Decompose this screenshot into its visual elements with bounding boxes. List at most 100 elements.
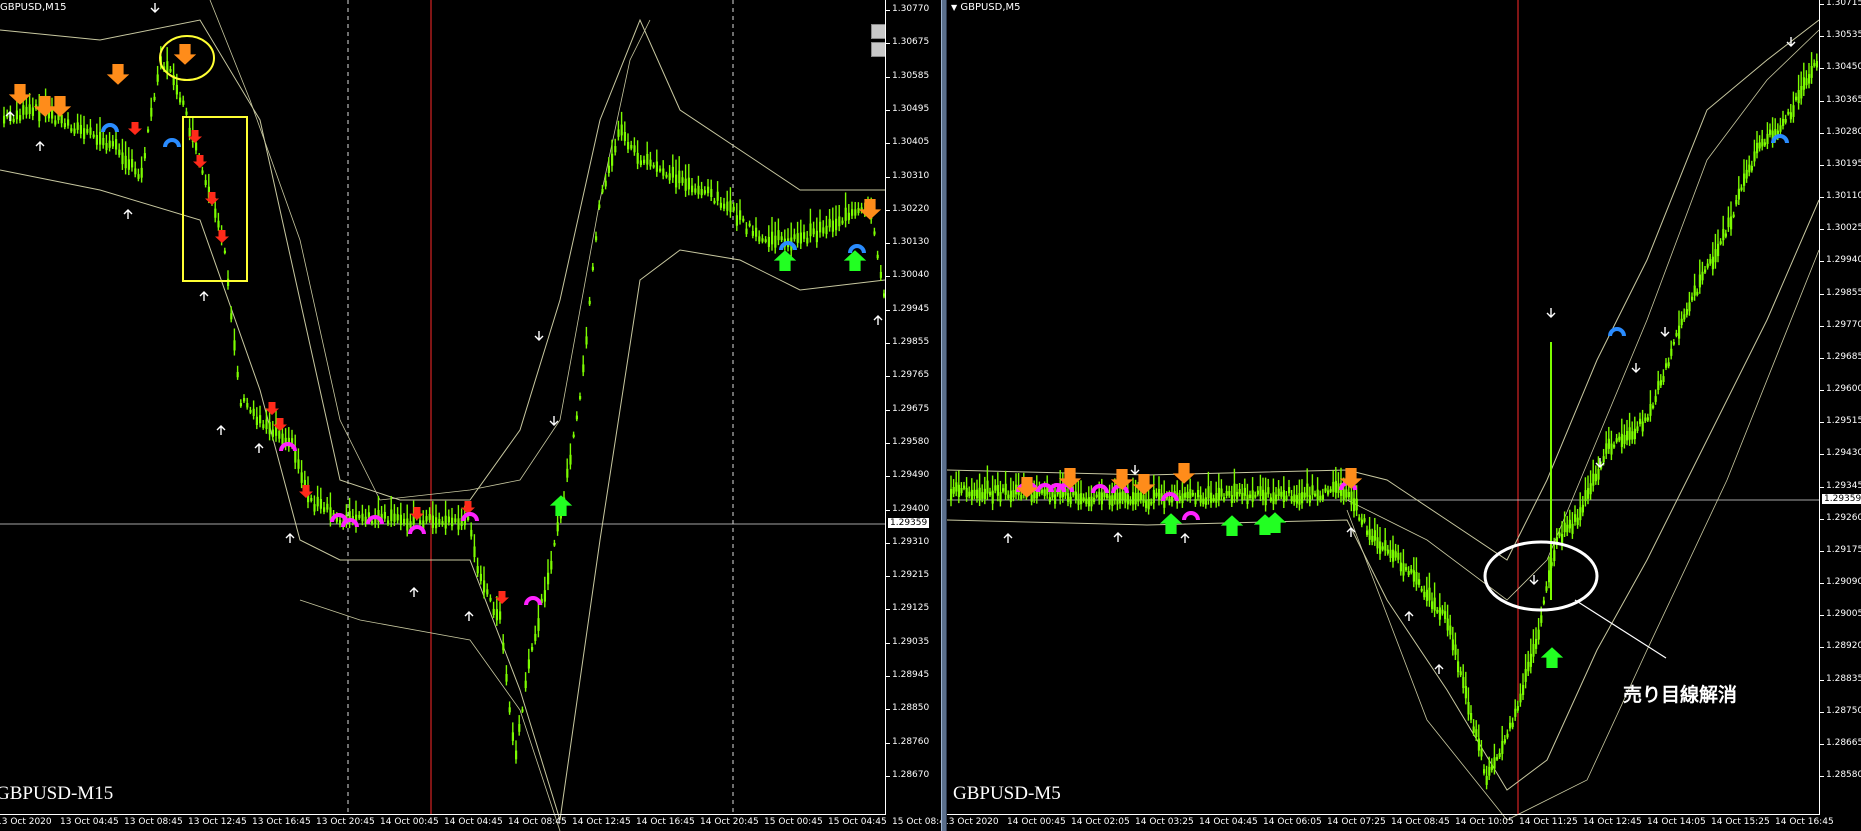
candle-body xyxy=(1641,421,1644,432)
candle-body xyxy=(1186,491,1189,499)
price-tick-label: 1.30450 xyxy=(1819,62,1861,72)
candle-body xyxy=(1098,491,1101,501)
candle-body xyxy=(435,517,438,529)
candle-body xyxy=(1808,74,1811,84)
candle-body xyxy=(1210,492,1213,503)
time-tick-label: 13 Oct 08:45 xyxy=(124,817,183,827)
candle-body xyxy=(1428,587,1431,601)
candle-body xyxy=(1477,738,1480,751)
candle-body xyxy=(1618,436,1621,441)
candle-body xyxy=(1696,291,1699,295)
candle-body xyxy=(31,107,34,116)
candle-body xyxy=(633,145,636,153)
candle-body xyxy=(60,114,63,124)
thin-up-arrow-icon xyxy=(216,425,226,435)
candle-body xyxy=(828,218,831,228)
candle-body xyxy=(838,216,841,227)
sell-arrow-small-icon xyxy=(205,192,219,205)
candle-body xyxy=(700,189,703,196)
candle-body xyxy=(1236,491,1239,499)
candle-body xyxy=(1332,481,1335,492)
candle-body xyxy=(143,153,146,159)
candle-body xyxy=(217,220,220,228)
price-tick-label: 1.29600 xyxy=(1819,384,1861,394)
price-tick-label: 1.29260 xyxy=(1819,513,1861,523)
candle-body xyxy=(1633,428,1636,440)
chart-window-gbpusd-m15[interactable]: GBPUSD,M15 1.30770 1.30675 1.30585 1.30495 1… xyxy=(0,0,941,831)
collapse-triangle-icon[interactable]: ▼ xyxy=(951,3,957,12)
candle-body xyxy=(236,371,239,378)
candle-body xyxy=(1763,142,1766,146)
candle-body xyxy=(1805,78,1808,86)
candle-body xyxy=(1717,243,1720,257)
candle-body xyxy=(1503,739,1506,743)
candle-body xyxy=(1483,769,1486,774)
candle-body xyxy=(1529,653,1532,667)
candle-body xyxy=(313,504,316,512)
price-axis[interactable]: 1.30770 1.30675 1.30585 1.30495 1.30405 1.303… xyxy=(885,0,941,815)
candle-body xyxy=(393,513,396,522)
candle-body xyxy=(1680,318,1683,326)
price-tick-label: 1.30495 xyxy=(885,103,930,114)
bollinger-band-outer xyxy=(299,599,561,831)
price-axis[interactable]: 1.30715 1.30535 1.30450 1.30365 1.30280 1.301… xyxy=(1819,0,1861,815)
candle-body xyxy=(1493,757,1496,769)
candle-body xyxy=(553,542,556,546)
candle-body xyxy=(1288,487,1291,494)
candle-body xyxy=(851,209,854,216)
candle-body xyxy=(246,403,249,408)
buy-arrow-icon xyxy=(1220,515,1244,536)
candle-body xyxy=(252,408,255,416)
candle-body xyxy=(726,201,729,211)
candle-body xyxy=(1548,570,1551,583)
candle-body xyxy=(1223,497,1226,501)
sell-arrow-small-icon xyxy=(461,501,475,514)
candle-body xyxy=(223,250,226,254)
candle-body xyxy=(1815,61,1818,68)
candle-body xyxy=(771,231,774,245)
thin-up-arrow-icon xyxy=(464,611,474,621)
candle-body xyxy=(732,206,735,211)
candle-body xyxy=(1444,611,1447,620)
candle-body xyxy=(1181,493,1184,504)
candle-body xyxy=(1197,489,1200,498)
price-tick-label: 1.30040 xyxy=(885,270,930,281)
chart-window-gbpusd-m5[interactable]: ▼ GBPUSD,M5 1.30715 1.30535 1.30450 1.30365… xyxy=(947,0,1861,831)
candle-body xyxy=(1714,249,1717,263)
candle-body xyxy=(390,509,393,522)
blue-marker-icon xyxy=(1608,327,1626,337)
candle-body xyxy=(1631,431,1634,440)
candle-body xyxy=(1797,90,1800,104)
candle-body xyxy=(970,489,973,501)
candle-body xyxy=(179,97,182,103)
candle-body xyxy=(185,111,188,115)
candle-body xyxy=(1199,495,1202,503)
price-chart-m15[interactable] xyxy=(0,0,941,831)
chart-scale-fix-button[interactable] xyxy=(871,24,886,39)
candle-body xyxy=(996,484,999,496)
candle-body xyxy=(665,174,668,178)
annotation-text: 売り目線解消 xyxy=(1623,684,1738,706)
candle-body xyxy=(1701,271,1704,281)
candle-body xyxy=(262,424,265,428)
candle-body xyxy=(751,231,754,236)
candle-body xyxy=(1766,133,1769,145)
candle-body xyxy=(230,313,233,320)
time-axis[interactable]: 13 Oct 2020 13 Oct 04:45 13 Oct 08:45 13 Oc… xyxy=(0,814,941,831)
candle-body xyxy=(1574,514,1577,522)
sell-arrow-small-icon xyxy=(265,402,279,415)
candle-body xyxy=(406,518,409,531)
candle-body xyxy=(1423,591,1426,598)
candle-body xyxy=(1568,519,1571,529)
candle-body xyxy=(1048,497,1051,503)
candle-body xyxy=(233,340,236,351)
candle-body xyxy=(761,238,764,242)
time-axis[interactable]: 13 Oct 2020 14 Oct 00:45 14 Oct 02:05 14 Oc… xyxy=(947,814,1834,831)
candle-body xyxy=(1384,540,1387,551)
chart-scale-minus-button[interactable] xyxy=(871,42,886,57)
sell-arrow-icon xyxy=(8,84,32,105)
candle-body xyxy=(1298,493,1301,505)
candle-body xyxy=(1693,285,1696,296)
candle-body xyxy=(1566,524,1569,533)
price-tick-label: 1.30675 xyxy=(885,37,930,48)
